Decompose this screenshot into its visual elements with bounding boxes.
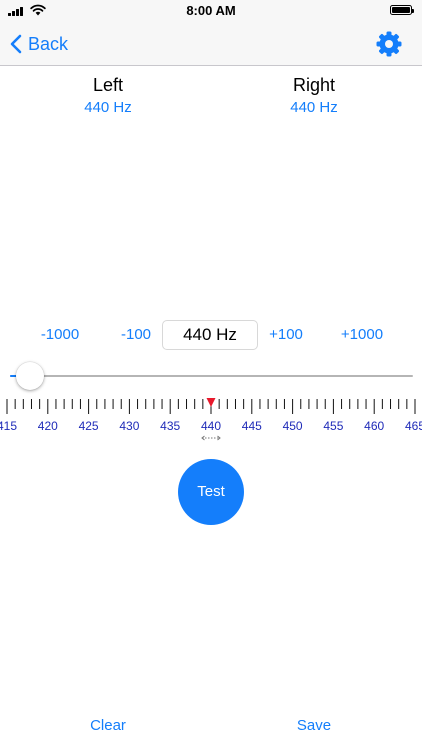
back-button[interactable]: Back [10, 30, 68, 58]
ruler-label: 445 [242, 419, 262, 433]
minus-1000-button[interactable]: -1000 [30, 326, 90, 343]
left-channel[interactable]: Left 440 Hz [38, 73, 178, 116]
slider-thumb[interactable] [16, 362, 44, 390]
frequency-ruler[interactable]: 415 420 425 430 435 440 445 450 455 460 465 [0, 394, 422, 446]
plus-100-button[interactable]: +100 [262, 326, 310, 343]
ruler-label: 465 [405, 419, 422, 433]
ruler-label: 415 [0, 419, 17, 433]
ruler-label: 435 [160, 419, 180, 433]
right-channel[interactable]: Right 440 Hz [244, 73, 384, 116]
test-button[interactable]: Test [178, 459, 244, 525]
ruler-label: 460 [364, 419, 384, 433]
battery-icon [390, 5, 414, 15]
ruler-label: 420 [38, 419, 58, 433]
navigation-bar: Back [0, 22, 422, 66]
chevron-left-icon [10, 34, 22, 54]
ruler-label: 425 [79, 419, 99, 433]
back-button-label: Back [28, 33, 69, 54]
range-indicator-icon [201, 435, 221, 441]
left-channel-frequency: 440 Hz [84, 99, 132, 116]
ruler-label: 440 [201, 419, 221, 433]
gear-icon[interactable] [376, 31, 402, 57]
save-button[interactable]: Save [274, 717, 354, 734]
status-time: 8:00 AM [186, 3, 236, 18]
left-channel-title: Left [92, 75, 124, 95]
minus-100-button[interactable]: -100 [112, 326, 160, 343]
current-frequency-marker [206, 398, 216, 407]
plus-1000-button[interactable]: +1000 [332, 326, 392, 343]
right-channel-title: Right [292, 75, 336, 95]
ruler-label: 455 [323, 419, 343, 433]
frequency-slider[interactable] [10, 362, 413, 390]
slider-track [10, 375, 413, 377]
frequency-field[interactable]: 440 Hz [162, 320, 258, 350]
clear-button[interactable]: Clear [68, 717, 148, 734]
right-channel-frequency: 440 Hz [290, 99, 338, 116]
status-bar: 8:00 AM [0, 0, 422, 22]
ruler-scale: 415 420 425 430 435 440 445 450 455 460 465 [0, 398, 422, 441]
ruler-label: 430 [119, 419, 139, 433]
ruler-label: 450 [283, 419, 303, 433]
